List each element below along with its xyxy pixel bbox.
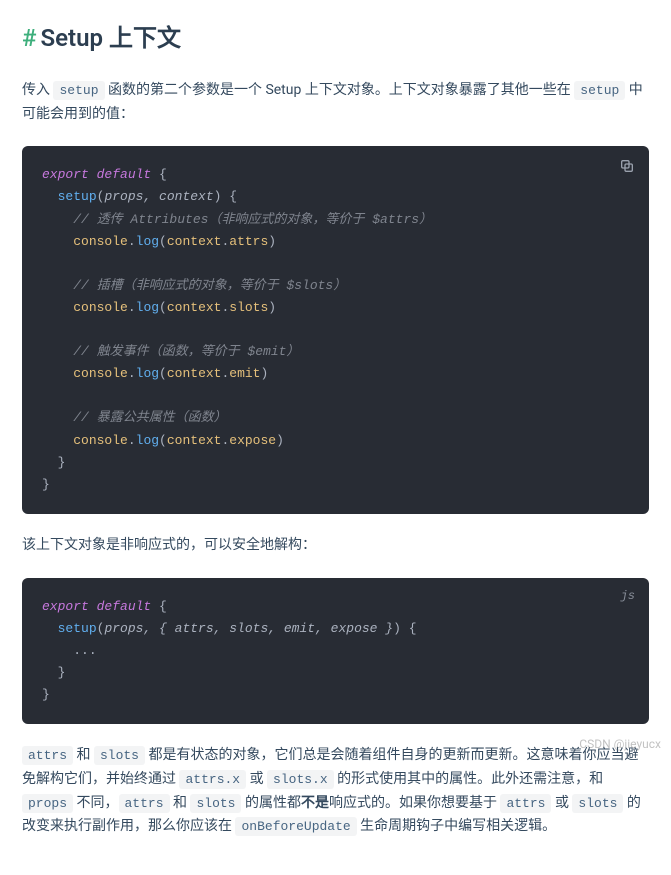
copy-icon[interactable] — [619, 158, 635, 174]
code-block-2: js export default { setup(props, { attrs… — [22, 578, 649, 724]
text: 不同， — [73, 795, 118, 811]
inline-code: setup — [574, 81, 625, 100]
inline-code: onBeforeUpdate — [235, 817, 356, 836]
intro-paragraph: 传入 setup 函数的第二个参数是一个 Setup 上下文对象。上下文对象暴露… — [22, 79, 649, 127]
text: 的属性都 — [241, 795, 300, 811]
text: 生命周期钩子中编写相关逻辑。 — [357, 818, 556, 834]
inline-code: attrs — [500, 794, 551, 813]
text: 响应式的。如果你想要基于 — [329, 795, 500, 811]
text: 和 — [73, 747, 94, 763]
code-block-1: export default { setup(props, context) {… — [22, 146, 649, 513]
bold-text: 不是 — [301, 795, 329, 811]
code-content: export default { setup(props, context) {… — [42, 164, 629, 495]
inline-code: setup — [53, 81, 104, 100]
text: 传入 — [22, 82, 53, 98]
inline-code: attrs — [22, 746, 73, 765]
anchor-hash[interactable]: # — [22, 24, 36, 52]
language-label: js — [621, 586, 635, 606]
paragraph-3: attrs 和 slots 都是有状态的对象，它们总是会随着组件自身的更新而更新… — [22, 744, 649, 839]
text: 函数的第二个参数是一个 Setup 上下文对象。上下文对象暴露了其他一些在 — [105, 82, 575, 98]
inline-code: props — [22, 794, 73, 813]
heading-text: Setup 上下文 — [40, 24, 180, 52]
paragraph-2: 该上下文对象是非响应式的，可以安全地解构： — [22, 534, 649, 558]
inline-code: attrs — [119, 794, 170, 813]
inline-code: slots — [94, 746, 145, 765]
inline-code: attrs.x — [179, 770, 246, 789]
inline-code: slots.x — [267, 770, 334, 789]
text: 和 — [170, 795, 191, 811]
text: 的形式使用其中的属性。此外还需注意，和 — [334, 771, 603, 787]
text: 或 — [246, 771, 267, 787]
page-title: #Setup 上下文 — [22, 18, 649, 59]
inline-code: slots — [572, 794, 623, 813]
text: 或 — [551, 795, 572, 811]
inline-code: slots — [190, 794, 241, 813]
code-content: export default { setup(props, { attrs, s… — [42, 596, 629, 706]
